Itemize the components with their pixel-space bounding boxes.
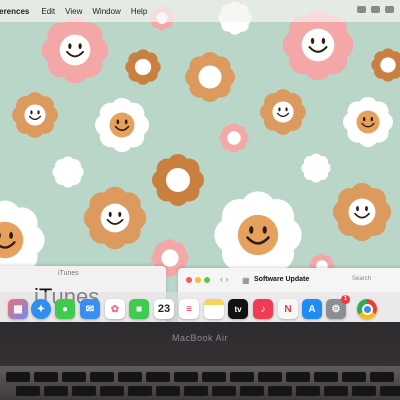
status-icons <box>357 6 394 13</box>
keyboard-key <box>118 372 142 382</box>
reminders-icon[interactable]: ≡ <box>179 299 199 319</box>
daisy-flower <box>301 153 331 183</box>
keyboard-key <box>286 372 310 382</box>
launchpad-icon[interactable]: ▦ <box>8 299 28 319</box>
back-forward-icon[interactable]: ‹ › <box>220 274 229 284</box>
keyboard-key <box>370 372 394 382</box>
keyboard-key <box>34 372 58 382</box>
software-update-title: Software Update <box>254 276 310 283</box>
keyboard-key <box>268 386 292 396</box>
daisy-flower <box>214 191 302 279</box>
keyboard-key <box>156 386 180 396</box>
daisy-flower <box>41 16 109 84</box>
show-all-grid-icon[interactable]: ▦ <box>242 276 250 285</box>
keyboard-key <box>212 386 236 396</box>
keyboard-key <box>174 372 198 382</box>
app-store-icon[interactable]: A <box>302 299 322 319</box>
notes-icon[interactable] <box>204 299 224 319</box>
keyboard-key <box>16 386 40 396</box>
daisy-flower <box>332 182 392 242</box>
mail-icon[interactable]: ✉ <box>80 299 100 319</box>
keyboard-key <box>342 372 366 382</box>
keyboard-key <box>6 372 30 382</box>
music-icon[interactable]: ♪ <box>253 299 273 319</box>
menu-view[interactable]: View <box>65 7 82 16</box>
close-button[interactable] <box>186 277 192 283</box>
menu-edit[interactable]: Edit <box>41 7 55 16</box>
search-field[interactable]: Search <box>352 276 371 282</box>
daisy-flower <box>52 156 84 188</box>
system-preferences-icon[interactable]: ⚙ 1 <box>326 295 350 319</box>
keyboard-key <box>230 372 254 382</box>
daisy-flower <box>94 97 150 153</box>
menu-window[interactable]: Window <box>92 7 120 16</box>
minimize-button[interactable] <box>195 277 201 283</box>
daisy-flower <box>12 92 58 138</box>
daisy-flower <box>219 123 249 153</box>
daisy-flower <box>125 49 161 85</box>
keyboard-key <box>240 386 264 396</box>
daisy-flower <box>343 97 393 147</box>
keyboard-key <box>72 386 96 396</box>
keyboard-key <box>90 372 114 382</box>
keyboard-key <box>258 372 282 382</box>
notification-badge: 1 <box>341 295 350 304</box>
daisy-flower <box>371 48 400 82</box>
menu-bar: eferences Edit View Window Help <box>0 0 400 22</box>
safari-icon[interactable]: ✦ <box>31 299 51 319</box>
keyboard-key <box>44 386 68 396</box>
laptop-screen: eferences Edit View Window Help iTunes i… <box>0 0 400 322</box>
messages-icon[interactable]: ● <box>55 299 75 319</box>
daisy-flower <box>260 89 306 135</box>
itunes-window-title: iTunes <box>58 270 79 277</box>
macbook-air-label: MacBook Air <box>171 333 229 343</box>
control-center-icon[interactable] <box>385 6 394 13</box>
keyboard-key <box>352 386 376 396</box>
menu-app-name[interactable]: eferences <box>0 7 29 16</box>
daisy-flower <box>152 154 204 206</box>
apple-tv-icon[interactable]: tv <box>228 299 248 319</box>
chrome-icon[interactable] <box>357 299 377 319</box>
daisy-flower <box>83 186 147 250</box>
keyboard-key <box>324 386 348 396</box>
laptop-photo: eferences Edit View Window Help iTunes i… <box>0 0 400 400</box>
keyboard-key <box>314 372 338 382</box>
keyboard-key <box>380 386 400 396</box>
keyboard-key <box>128 386 152 396</box>
news-icon[interactable]: N <box>278 299 298 319</box>
menu-help[interactable]: Help <box>131 7 147 16</box>
keyboard-key <box>184 386 208 396</box>
appletv-label: tv <box>234 304 242 314</box>
daisy-flower <box>185 52 235 102</box>
keyboard <box>0 366 400 400</box>
battery-icon[interactable] <box>357 6 366 13</box>
keyboard-key <box>202 372 226 382</box>
keyboard-key <box>146 372 170 382</box>
keyboard-key <box>100 386 124 396</box>
photos-icon[interactable]: ✿ <box>105 299 125 319</box>
calendar-icon[interactable]: 23 <box>154 299 174 319</box>
zoom-button[interactable] <box>204 277 210 283</box>
facetime-icon[interactable]: ■ <box>129 299 149 319</box>
keyboard-key <box>62 372 86 382</box>
wifi-icon[interactable] <box>371 6 380 13</box>
keyboard-key <box>296 386 320 396</box>
calendar-day: 23 <box>157 303 171 315</box>
